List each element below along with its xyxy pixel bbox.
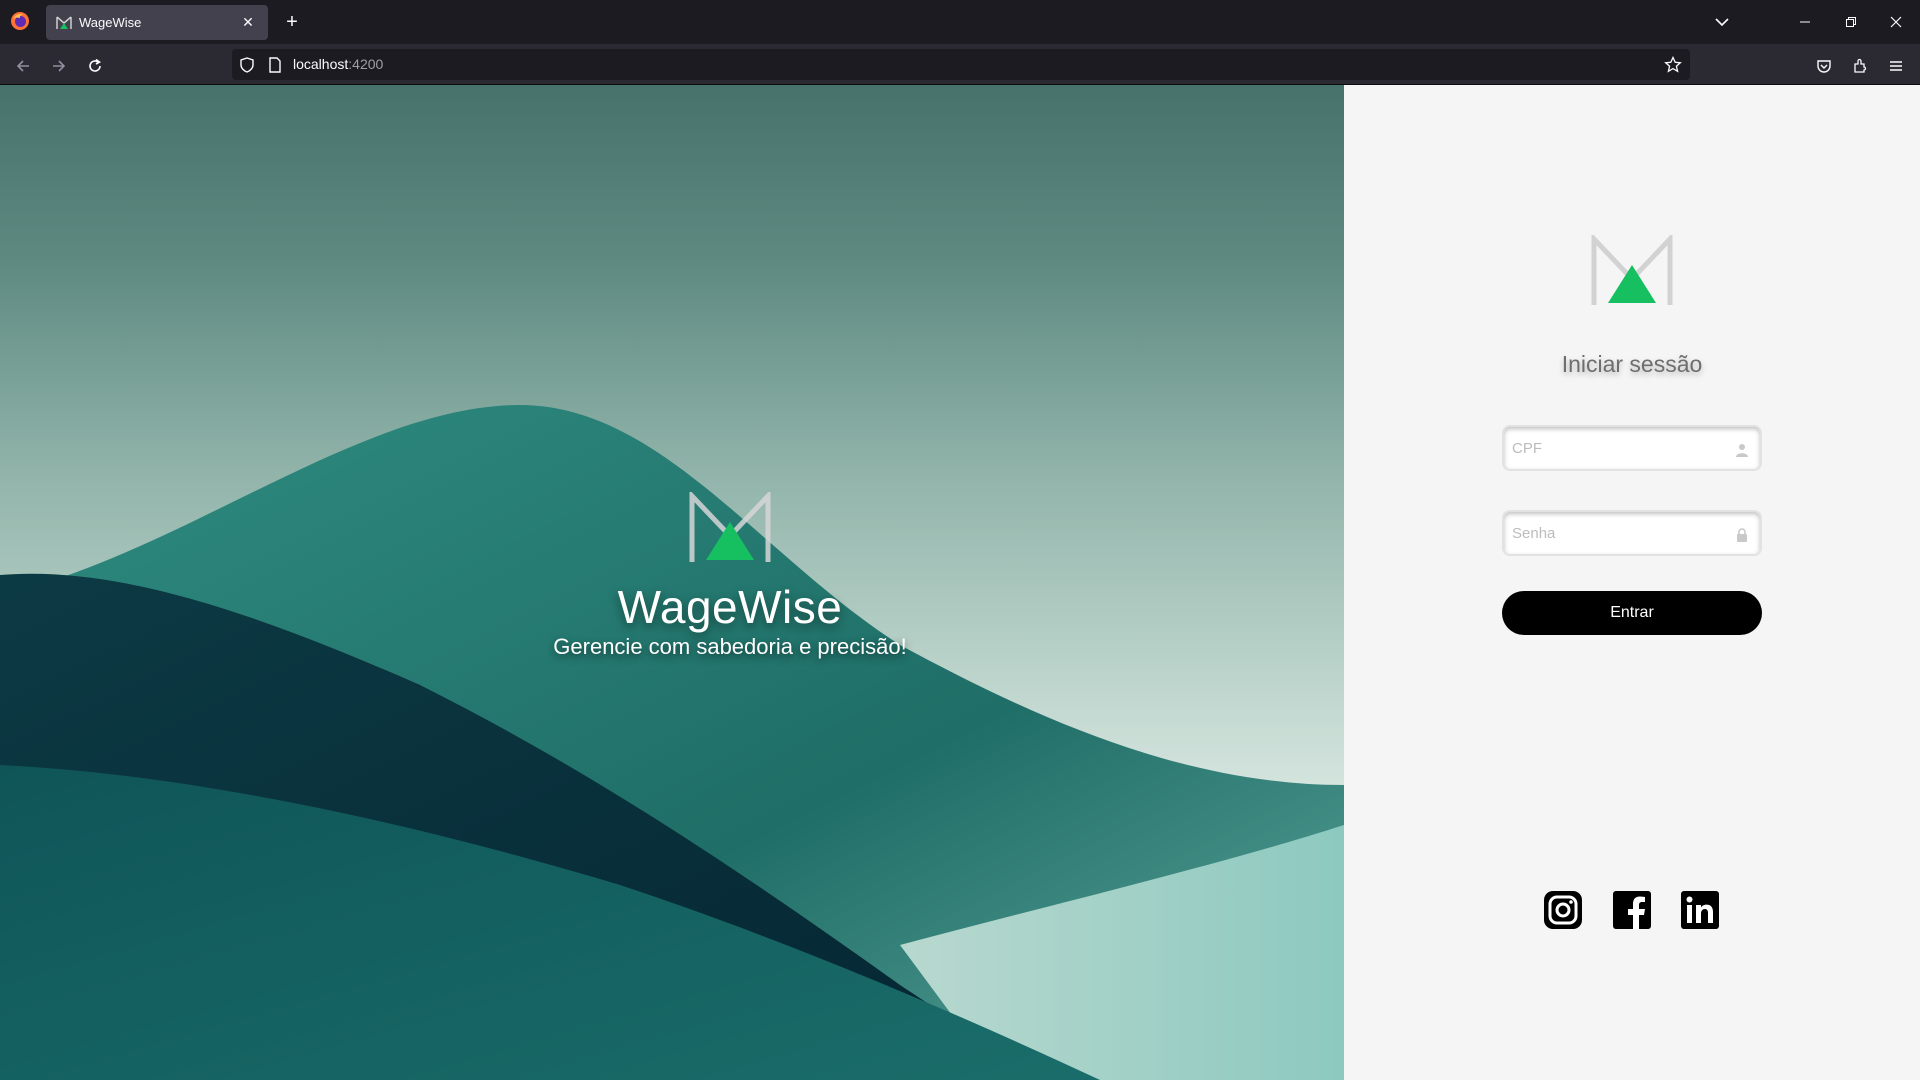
- restore-icon[interactable]: [1837, 8, 1865, 36]
- shield-icon[interactable]: [239, 57, 255, 73]
- back-icon[interactable]: [9, 52, 37, 80]
- login-heading: Iniciar sessão: [1561, 351, 1703, 377]
- forward-icon[interactable]: [45, 52, 73, 80]
- wagewise-logo-icon: [689, 492, 771, 562]
- close-window-icon[interactable]: [1882, 8, 1910, 36]
- facebook-icon[interactable]: [1613, 891, 1651, 929]
- browser-tab-strip: WageWise ✕ +: [0, 0, 1920, 44]
- hero-subtitle: Gerencie com sabedoria e precisão!: [553, 634, 907, 659]
- instagram-icon[interactable]: [1544, 891, 1582, 929]
- cpf-input[interactable]: [1512, 435, 1722, 461]
- lock-icon: [1737, 528, 1747, 542]
- hero-branding: WageWise Gerencie com sabedoria e precis…: [440, 492, 1020, 660]
- tab-title: WageWise: [79, 15, 142, 30]
- star-icon[interactable]: [1664, 56, 1682, 74]
- close-icon[interactable]: ✕: [236, 11, 260, 35]
- menu-icon[interactable]: [1882, 52, 1910, 80]
- wagewise-logo-icon: [1591, 235, 1673, 305]
- browser-nav-bar: localhost:4200: [0, 44, 1920, 85]
- url-bar[interactable]: localhost:4200: [232, 49, 1690, 80]
- login-submit-button[interactable]: Entrar: [1502, 591, 1762, 635]
- hero-title: WageWise: [617, 581, 843, 633]
- wagewise-favicon-icon: [56, 15, 72, 29]
- password-field[interactable]: [1502, 510, 1762, 556]
- firefox-icon[interactable]: [10, 11, 30, 31]
- reload-icon[interactable]: [81, 52, 109, 80]
- url-text[interactable]: localhost:4200: [293, 56, 383, 72]
- linkedin-icon[interactable]: [1681, 891, 1719, 929]
- browser-tab-active[interactable]: WageWise ✕: [46, 5, 268, 40]
- hero-panel: WageWise Gerencie com sabedoria e precis…: [0, 85, 1344, 1080]
- minimize-icon[interactable]: [1791, 8, 1819, 36]
- chevron-down-icon[interactable]: [1709, 10, 1735, 34]
- plus-icon[interactable]: +: [280, 10, 304, 34]
- pocket-icon[interactable]: [1810, 52, 1838, 80]
- user-icon: [1736, 444, 1748, 457]
- page-content: WageWise Gerencie com sabedoria e precis…: [0, 85, 1920, 1080]
- cpf-field[interactable]: [1502, 425, 1762, 471]
- page-icon[interactable]: [268, 57, 282, 73]
- extensions-icon[interactable]: [1846, 52, 1874, 80]
- login-panel: Iniciar sessão Entrar: [1344, 85, 1920, 1080]
- password-input[interactable]: [1512, 520, 1722, 546]
